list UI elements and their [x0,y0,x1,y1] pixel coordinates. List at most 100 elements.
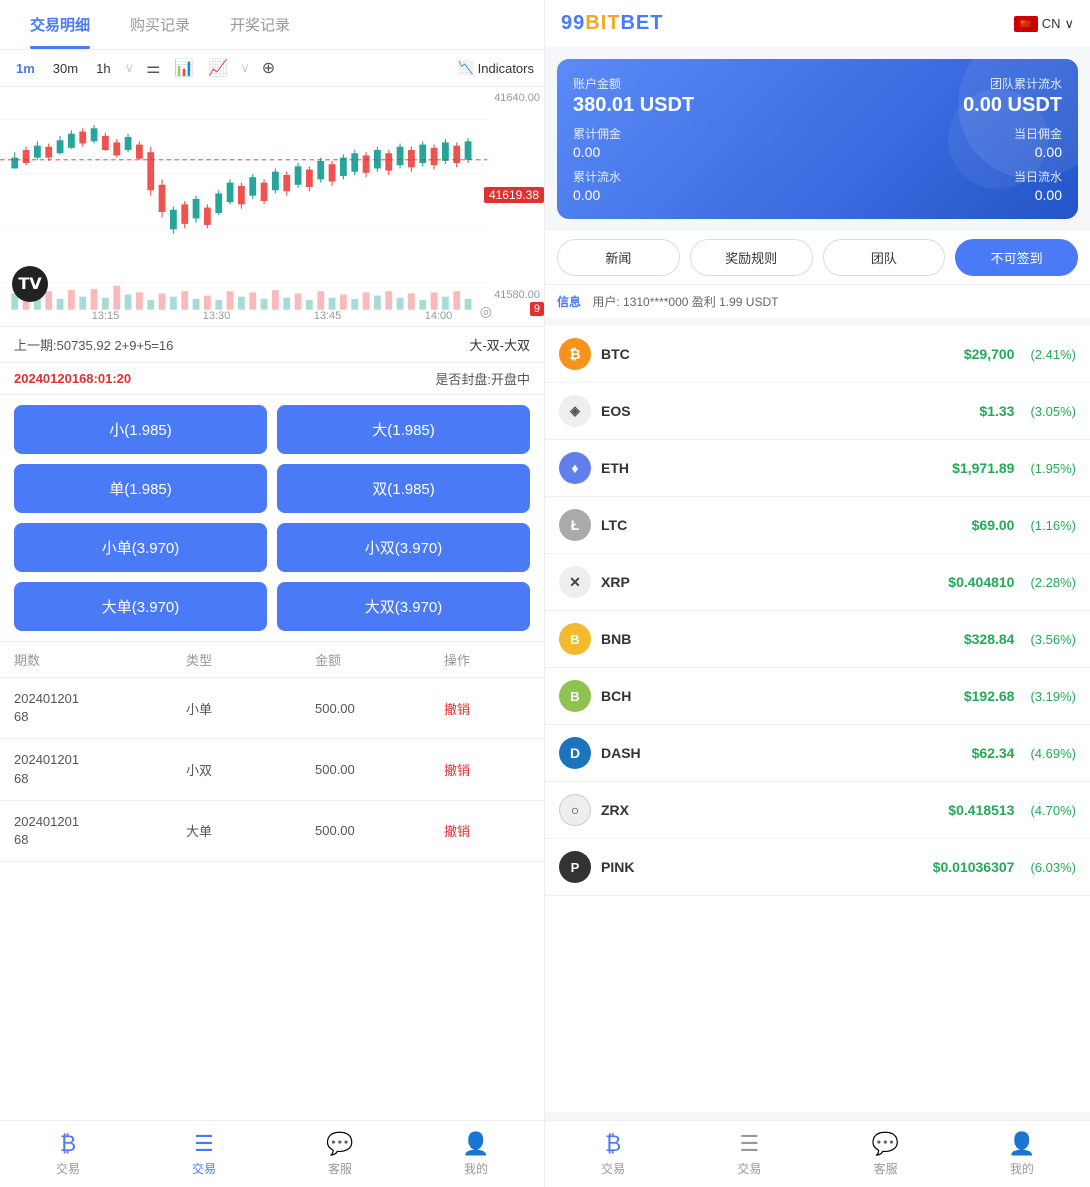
countdown-period: 20240120168:01:20 [14,371,131,386]
table-row: 202401201 68 小单 500.00 撤销 [0,678,544,739]
time-4: 14:00 [425,310,453,322]
lang-selector[interactable]: 🇨🇳 CN ∨ [1014,16,1074,32]
eos-change: (3.05%) [1030,404,1076,419]
row-amount-3: 500.00 [315,823,444,838]
cumulative-commission-label: 累计佣金 [573,125,621,142]
chart-icon: 📉 [457,60,473,76]
chart-type-candle[interactable]: ⚌ [142,56,164,80]
row-amount-2: 500.00 [315,762,444,777]
reward-rules-btn[interactable]: 奖励规则 [690,239,813,276]
right-nav-orders[interactable]: ☰ 交易 [681,1121,817,1187]
cumulative-flow-label: 累计流水 [573,168,621,185]
list-item[interactable]: Ł LTC $69.00 (1.16%) [545,497,1090,554]
zrx-name: ZRX [601,802,938,818]
checkin-btn[interactable]: 不可签到 [955,239,1078,276]
btn-big-single[interactable]: 大单(3.970) [14,582,267,631]
bch-change: (3.19%) [1030,689,1076,704]
list-item[interactable]: ✕ XRP $0.404810 (2.28%) [545,554,1090,611]
btn-small[interactable]: 小(1.985) [14,405,267,454]
right-nav-service[interactable]: 💬 客服 [818,1121,954,1187]
row-type-3: 大单 [186,821,315,840]
bnb-change: (3.56%) [1030,632,1076,647]
ltc-name: LTC [601,517,962,533]
nav-orders-label: 交易 [192,1160,216,1177]
row-id-2: 202401201 68 [14,751,186,787]
pink-name: PINK [601,859,923,875]
countdown-timer: 01:20 [98,371,131,386]
btn-single[interactable]: 单(1.985) [14,464,267,513]
chat-icon: 💬 [326,1131,353,1157]
list-item[interactable]: ◈ EOS $1.33 (3.05%) [545,383,1090,440]
tf-1h[interactable]: 1h [90,59,116,78]
nav-service-label: 客服 [328,1160,352,1177]
dash-change: (4.69%) [1030,746,1076,761]
cancel-btn-3[interactable]: 撤销 [444,821,530,840]
nav-bitcoin-label: 交易 [56,1160,80,1177]
btn-small-double[interactable]: 小双(3.970) [277,523,530,572]
tf-30m[interactable]: 30m [47,59,84,78]
info-ticker: 信息 用户: 1310****000 盈利 1.99 USDT [545,284,1090,318]
row-amount-1: 500.00 [315,701,444,716]
ltc-change: (1.16%) [1030,518,1076,533]
dash-name: DASH [601,745,962,761]
time-2: 13:30 [203,310,231,322]
chart-add-btn[interactable]: ⊕ [258,56,279,80]
right-nav-profile[interactable]: 👤 我的 [954,1121,1090,1187]
crypto-list: ₿ BTC $29,700 (2.41%) ◈ EOS $1.33 (3.05%… [545,326,1090,1112]
ltc-price: $69.00 [972,517,1015,533]
tf-1m[interactable]: 1m [10,59,41,78]
list-item[interactable]: B BNB $328.84 (3.56%) [545,611,1090,668]
team-btn[interactable]: 团队 [823,239,946,276]
tab-lottery-record[interactable]: 开奖记录 [210,0,310,49]
info-bar: 上一期:50735.92 2+9+5=16 大-双-大双 [0,327,544,363]
indicators-btn[interactable]: 📉 Indicators [457,60,534,76]
news-btn[interactable]: 新闻 [557,239,680,276]
right-nav-orders-label: 交易 [737,1160,761,1177]
chart-type-line[interactable]: 📈 [204,56,232,80]
right-nav-trade-label: 交易 [601,1160,625,1177]
account-balance-value: 380.01 USDT [573,94,694,117]
price-low: 41580.00 [494,289,540,301]
chart-type-bar[interactable]: 📊 [170,56,198,80]
list-item[interactable]: B BCH $192.68 (3.19%) [545,668,1090,725]
eth-icon: ♦ [559,452,591,484]
list-item[interactable]: ₿ BTC $29,700 (2.41%) [545,326,1090,383]
tab-trade-detail[interactable]: 交易明细 [10,0,110,49]
btn-big-double[interactable]: 大双(3.970) [277,582,530,631]
prev-period-info: 上一期:50735.92 2+9+5=16 [14,335,173,354]
btc-change: (2.41%) [1030,347,1076,362]
cancel-btn-2[interactable]: 撤销 [444,760,530,779]
list-item[interactable]: ○ ZRX $0.418513 (4.70%) [545,782,1090,839]
row-type-1: 小单 [186,699,315,718]
pink-icon: P [559,851,591,883]
chart-toolbar: 1m 30m 1h ∨ ⚌ 📊 📈 ∨ ⊕ 📉 Indicators [0,50,544,87]
btn-big[interactable]: 大(1.985) [277,405,530,454]
right-nav-bitcoin[interactable]: ₿ 交易 [545,1121,681,1187]
dash-icon: D [559,737,591,769]
candlestick-chart [0,87,544,326]
nav-bitcoin[interactable]: ₿ 交易 [0,1121,136,1187]
btn-double[interactable]: 双(1.985) [277,464,530,513]
right-bitcoin-icon: ₿ [605,1131,621,1157]
right-nav-profile-label: 我的 [1010,1160,1034,1177]
col-action: 操作 [444,650,530,669]
ticker-label: 信息 [557,295,581,309]
time-3: 13:45 [314,310,342,322]
eye-icon[interactable]: ◎ [480,303,492,320]
account-balance-label: 账户金额 [573,75,694,92]
pink-change: (6.03%) [1030,860,1076,875]
bnb-price: $328.84 [964,631,1015,647]
list-item[interactable]: ♦ ETH $1,971.89 (1.95%) [545,440,1090,497]
btn-small-single[interactable]: 小单(3.970) [14,523,267,572]
chart-logo: 𝗧𝗩 [12,266,48,302]
list-item[interactable]: P PINK $0.01036307 (6.03%) [545,839,1090,896]
nav-orders-left[interactable]: ☰ 交易 [136,1121,272,1187]
cancel-btn-1[interactable]: 撤销 [444,699,530,718]
row-type-2: 小双 [186,760,315,779]
tab-purchase-record[interactable]: 购买记录 [110,0,210,49]
list-item[interactable]: D DASH $62.34 (4.69%) [545,725,1090,782]
tab-bar: 交易明细 购买记录 开奖记录 [0,0,544,50]
nav-profile-left[interactable]: 👤 我的 [408,1121,544,1187]
team-flow-label: 团队累计流水 [963,75,1062,92]
nav-service-left[interactable]: 💬 客服 [272,1121,408,1187]
